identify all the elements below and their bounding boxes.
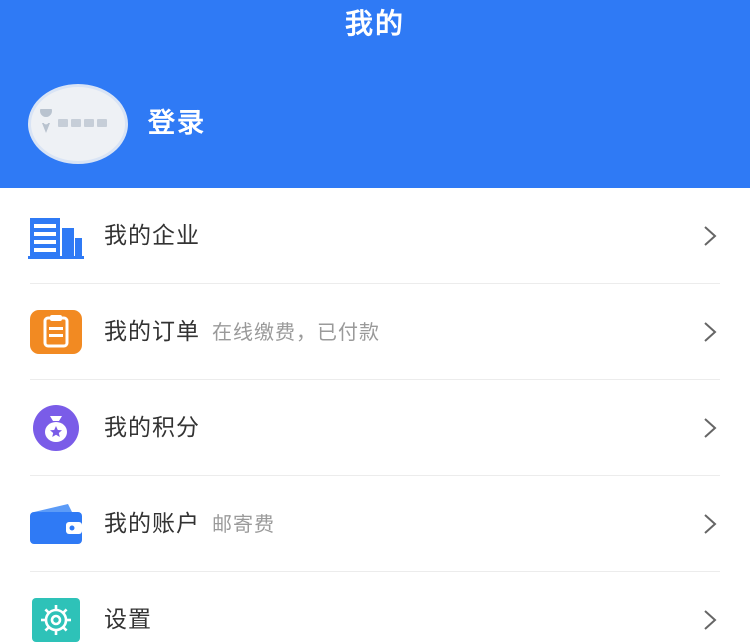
app-logo-icon [40, 109, 107, 133]
avatar[interactable] [28, 84, 128, 164]
profile-page: 我的 登录 我的企业 我的订单 在线缴费，已付款 我的积分 我的账户 邮寄费 设… [0, 0, 750, 642]
profile-header: 我的 登录 [0, 0, 750, 188]
menu-item-label: 我的账户 [104, 511, 200, 537]
menu-item-settings[interactable]: 设置 [0, 572, 750, 642]
building-icon [28, 218, 84, 259]
menu-item-points[interactable]: 我的积分 [0, 380, 750, 476]
chevron-right-icon [704, 322, 717, 342]
menu-item-orders[interactable]: 我的订单 在线缴费，已付款 [0, 284, 750, 380]
wallet-icon [30, 504, 82, 544]
menu-item-account[interactable]: 我的账户 邮寄费 [0, 476, 750, 572]
login-link[interactable]: 登录 [148, 106, 206, 142]
menu-item-label: 我的积分 [104, 415, 200, 441]
gear-icon [32, 598, 80, 642]
clipboard-icon [30, 310, 82, 354]
menu-item-label: 设置 [104, 607, 152, 633]
menu-item-label: 我的订单 [104, 319, 200, 345]
chevron-right-icon [704, 610, 717, 630]
menu-item-enterprise[interactable]: 我的企业 [0, 188, 750, 284]
menu-item-label: 我的企业 [104, 223, 200, 249]
chevron-right-icon [704, 514, 717, 534]
profile-menu: 我的企业 我的订单 在线缴费，已付款 我的积分 我的账户 邮寄费 设置 [0, 188, 750, 642]
money-bag-icon [33, 405, 79, 451]
menu-item-subtitle: 邮寄费 [212, 512, 275, 536]
chevron-right-icon [704, 226, 717, 246]
page-title: 我的 [344, 7, 405, 40]
menu-item-subtitle: 在线缴费，已付款 [212, 320, 380, 344]
chevron-right-icon [704, 418, 717, 438]
